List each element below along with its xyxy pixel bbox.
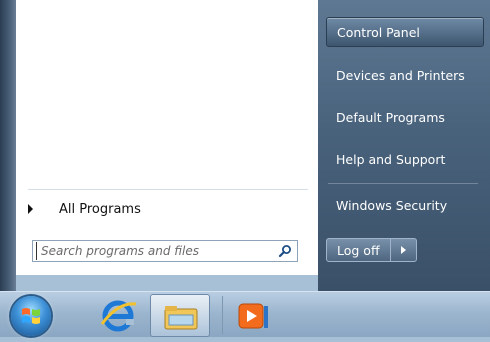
triangle-right-icon [400,246,406,254]
logoff-button[interactable]: Log off [326,238,391,262]
help-and-support-link[interactable]: Help and Support [326,144,484,174]
control-panel-label: Control Panel [337,24,420,40]
triangle-right-icon [28,204,33,214]
logoff-options-button[interactable] [390,238,417,262]
logoff-control: Log off [326,238,417,262]
taskbar [0,291,490,337]
start-menu-left-pane: All Programs [16,0,319,275]
all-programs-button[interactable]: All Programs [24,198,310,220]
default-programs-label: Default Programs [336,109,445,125]
devices-and-printers-link[interactable]: Devices and Printers [326,60,484,90]
left-pane-separator [28,189,308,190]
search-box[interactable] [32,240,298,262]
windows-orb-icon[interactable] [11,296,51,336]
start-menu-frame-left [0,0,16,291]
right-pane-separator [328,183,478,184]
taskbar-separator [222,296,223,334]
file-explorer-icon[interactable] [150,294,210,337]
internet-explorer-icon[interactable] [88,294,148,337]
default-programs-link[interactable]: Default Programs [326,102,484,132]
windows-security-link[interactable]: Windows Security [326,190,484,220]
search-input[interactable] [36,242,273,260]
devices-and-printers-label: Devices and Printers [336,67,465,83]
media-player-icon[interactable] [226,294,286,337]
start-menu-right-pane: Control Panel Devices and Printers Defau… [318,0,490,291]
control-panel-link[interactable]: Control Panel [326,17,484,47]
windows-security-label: Windows Security [336,197,448,213]
logoff-label: Log off [337,242,380,258]
help-and-support-label: Help and Support [336,151,446,167]
search-icon[interactable] [273,241,297,261]
all-programs-label: All Programs [59,201,141,217]
